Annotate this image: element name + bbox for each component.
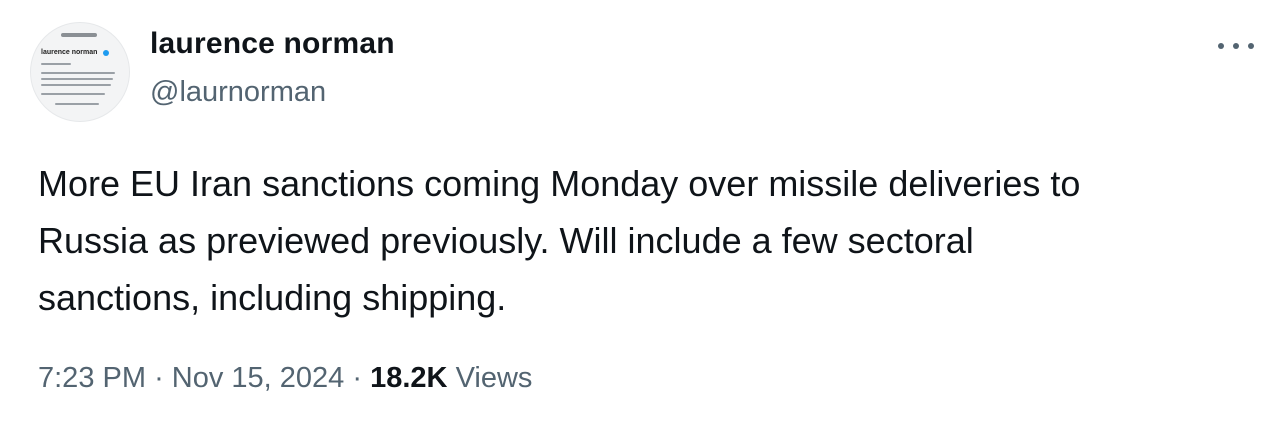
more-dot-icon xyxy=(1218,43,1224,49)
meta-separator: · xyxy=(154,362,164,394)
more-dot-icon xyxy=(1248,43,1254,49)
tweet-text-line: More EU Iran sanctions coming Monday ove… xyxy=(38,163,1081,204)
avatar-image: laurence norman xyxy=(37,29,123,115)
tweet-time[interactable]: 7:23 PM xyxy=(38,362,146,394)
more-options-icon[interactable] xyxy=(1218,36,1254,56)
avatar[interactable]: laurence norman xyxy=(30,22,130,122)
tweet-text-line: sanctions, including shipping. xyxy=(38,277,507,318)
tweet-meta: 7:23 PM · Nov 15, 2024 · 18.2K Views xyxy=(38,362,532,395)
tweet-text-line: Russia as previewed previously. Will inc… xyxy=(38,220,974,261)
tweet-text: More EU Iran sanctions coming Monday ove… xyxy=(38,155,1248,326)
author-handle[interactable]: @laurnorman xyxy=(150,76,326,109)
author-display-name[interactable]: laurence norman xyxy=(150,27,395,61)
more-dot-icon xyxy=(1233,43,1239,49)
views-label: Views xyxy=(455,362,533,394)
views-count[interactable]: 18.2K xyxy=(370,362,447,394)
verified-badge-icon xyxy=(103,50,109,56)
meta-separator: · xyxy=(352,362,363,394)
avatar-name-text: laurence norman xyxy=(41,49,98,56)
tweet-date[interactable]: Nov 15, 2024 xyxy=(172,362,345,394)
tweet-card: laurence norman laurence norman @laurnor… xyxy=(0,0,1280,435)
